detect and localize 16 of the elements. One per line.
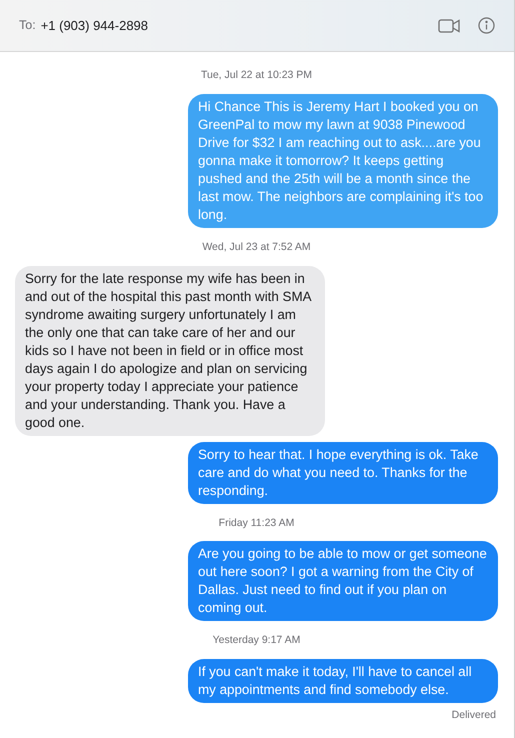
timestamp: Yesterday 9:17 AM bbox=[212, 633, 300, 648]
timestamp: Friday 11:23 AM bbox=[218, 516, 294, 530]
sent-message-bubble: Sorry to hear that. I hope everything is ok. Take care and do what you need to. Thanks for the responding. bbox=[188, 442, 498, 504]
sent-message-bubble: Are you going to be able to mow or get someone out here soon? I got a warning from the City of Dallas. Just need to find out if you plan on coming out. bbox=[188, 541, 498, 622]
to-label: To: bbox=[19, 17, 36, 34]
video-call-button[interactable] bbox=[438, 18, 460, 32]
video-camera-icon bbox=[438, 18, 460, 32]
delivery-status: Delivered bbox=[452, 708, 496, 723]
info-button[interactable] bbox=[478, 17, 495, 34]
recipient-field[interactable]: +1 (903) 944-2898 bbox=[40, 16, 148, 36]
timestamp: Wed, Jul 23 at 7:52 AM bbox=[202, 240, 311, 255]
sent-message-bubble: If you can't make it today, I'll have to cancel all my appointments and find somebody else. bbox=[188, 659, 498, 703]
info-icon bbox=[478, 17, 495, 34]
received-message-bubble: Sorry for the late response my wife has been in and out of the hospital this past month with SMA syndrome awaiting surgery unfortunately I am the only one that can take care of her and our kids so I have not been in field or in office most days again I do apologize and plan on servicing your property today I appreciate your patience and your understanding. Thank you. Have a good one. bbox=[15, 266, 325, 436]
timestamp: Tue, Jul 22 at 10:23 PM bbox=[200, 68, 312, 83]
sent-message-bubble: Hi Chance This is Jeremy Hart I booked you on GreenPal to mow my lawn at 9038 Pinewood Drive for $32 I am reaching out to ask....are you gonna make it tomorrow? It keeps getting pushed and the 25th will be a month since the last mow. The neighbors are complaining it's too long. bbox=[188, 94, 498, 228]
